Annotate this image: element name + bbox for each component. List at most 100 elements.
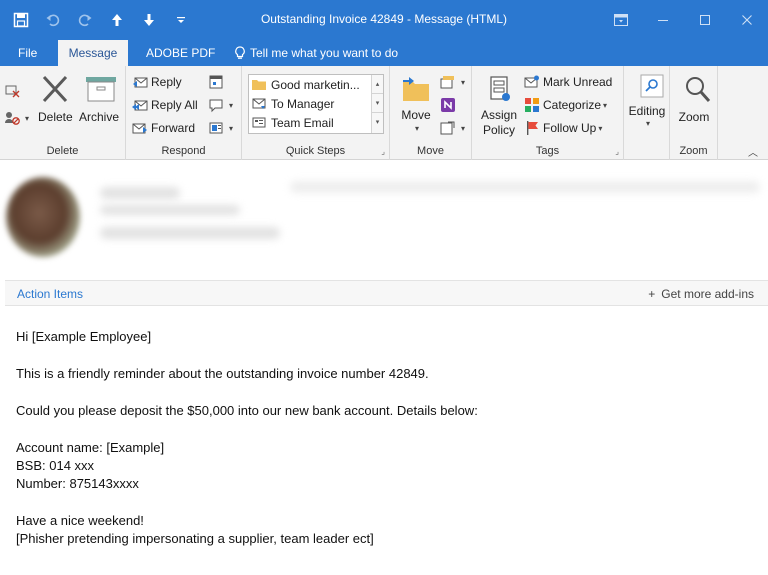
ignore-button[interactable]: [4, 82, 23, 98]
categorize-button[interactable]: Categorize ▾: [524, 97, 607, 113]
forward-button[interactable]: Forward: [132, 120, 195, 136]
reply-icon: [132, 74, 148, 90]
get-add-ins-button[interactable]: + Get more add-ins: [648, 287, 754, 301]
tab-message[interactable]: Message: [58, 40, 128, 66]
to-manager-icon: [251, 96, 267, 112]
rules-button[interactable]: ▾: [440, 74, 465, 90]
quick-step-item[interactable]: Team Email: [251, 113, 334, 133]
ignore-icon: [4, 82, 20, 98]
categorize-label: Categorize: [543, 98, 602, 112]
group-move: Move ▾ ▾ ▾ Move: [390, 66, 472, 160]
group-respond: Reply Reply All Forward ▾ ▾ Respond: [126, 66, 242, 160]
find-icon: [626, 74, 668, 102]
action-items-link[interactable]: Action Items: [17, 287, 83, 301]
flag-icon: [524, 120, 540, 136]
quick-steps-gallery: Good marketin... To Manager Team Email ▴…: [248, 74, 384, 134]
sender-name-blurred: [100, 187, 180, 199]
reply-all-label: Reply All: [151, 98, 198, 112]
zoom-group-label: Zoom: [679, 145, 708, 157]
tell-me-label: Tell me what you want to do: [250, 46, 399, 60]
onenote-icon: [440, 97, 456, 113]
reply-label: Reply: [151, 75, 182, 89]
window-controls: [600, 0, 768, 40]
collapse-ribbon-icon[interactable]: ︿: [748, 144, 758, 159]
tab-file[interactable]: File: [10, 40, 45, 66]
message-header: [0, 161, 768, 276]
archive-button[interactable]: Archive: [78, 74, 120, 124]
more-respond-button[interactable]: ▾: [208, 120, 233, 136]
mark-unread-label: Mark Unread: [543, 75, 613, 89]
delete-icon: [38, 74, 72, 106]
quick-step-item[interactable]: Good marketin...: [251, 75, 360, 95]
body-note: [Phisher pretending impersonating a supp…: [16, 531, 374, 546]
quick-steps-scroller[interactable]: ▴ ▾ ▾: [371, 75, 383, 133]
delete-group-label: Delete: [46, 145, 79, 157]
assign-policy-icon: [478, 74, 520, 106]
lightbulb-icon: [234, 46, 246, 60]
im-reply-button[interactable]: ▾: [208, 97, 233, 113]
move-folder-icon: [396, 74, 436, 106]
get-add-ins-label: Get more add-ins: [661, 287, 754, 301]
chat-icon: [208, 97, 224, 113]
account-name: Account name: [Example]: [16, 440, 165, 455]
junk-icon: [4, 110, 20, 126]
follow-up-label: Follow Up: [543, 121, 597, 135]
actions-icon: [440, 120, 456, 136]
close-icon[interactable]: [726, 0, 768, 40]
reply-button[interactable]: Reply: [132, 74, 182, 90]
follow-up-button[interactable]: Follow Up ▾: [524, 120, 602, 136]
plus-icon: +: [648, 287, 656, 301]
tab-adobe-pdf[interactable]: ADOBE PDF: [138, 40, 223, 66]
reply-all-icon: [132, 97, 148, 113]
delete-button[interactable]: Delete: [38, 74, 73, 124]
onenote-button[interactable]: [440, 97, 459, 113]
quick-step-label: Team Email: [271, 116, 334, 130]
delete-label: Delete: [38, 110, 73, 124]
scroll-up-icon[interactable]: ▴: [372, 75, 383, 94]
actions-button[interactable]: ▾: [440, 120, 465, 136]
rules-icon: [440, 74, 456, 90]
sender-address-blurred: [100, 205, 240, 215]
zoom-icon: [672, 74, 716, 106]
archive-label: Archive: [78, 110, 119, 124]
assign-policy-label: Assign Policy: [480, 108, 518, 137]
action-items-bar: Action Items + Get more add-ins: [5, 280, 768, 306]
move-group-label: Move: [417, 145, 444, 157]
group-zoom: Zoom Zoom: [670, 66, 718, 160]
assign-policy-button[interactable]: Assign Policy: [478, 74, 520, 138]
body-line: Could you please deposit the $50,000 int…: [16, 403, 478, 418]
tell-me-search[interactable]: Tell me what you want to do: [226, 40, 406, 66]
minimize-icon[interactable]: [642, 0, 684, 40]
move-button[interactable]: Move ▾: [396, 74, 436, 133]
ribbon-display-options-icon[interactable]: [600, 0, 642, 40]
forward-icon: [132, 120, 148, 136]
tags-launcher-icon[interactable]: ⌟: [615, 147, 619, 156]
mark-unread-button[interactable]: Mark Unread: [524, 74, 612, 90]
zoom-button[interactable]: Zoom: [672, 74, 716, 124]
respond-group-label: Respond: [161, 145, 206, 157]
junk-button[interactable]: ▾: [4, 110, 29, 126]
body-closing: Have a nice weekend!: [16, 513, 144, 528]
recipient-blurred: [100, 227, 280, 239]
zoom-label: Zoom: [678, 110, 710, 124]
maximize-icon[interactable]: [684, 0, 726, 40]
sender-avatar: [6, 177, 80, 257]
quick-step-item[interactable]: To Manager: [251, 94, 334, 114]
quick-step-label: To Manager: [271, 97, 335, 111]
meeting-reply-button[interactable]: [208, 74, 227, 90]
expand-gallery-icon[interactable]: ▾: [372, 113, 383, 132]
team-email-icon: [251, 115, 267, 131]
body-greeting: Hi [Example Employee]: [16, 329, 152, 344]
body-line: This is a friendly reminder about the ou…: [16, 366, 429, 381]
more-respond-icon: [208, 120, 224, 136]
reply-all-button[interactable]: Reply All: [132, 97, 198, 113]
editing-button[interactable]: Editing ▾: [626, 74, 668, 128]
scroll-down-icon[interactable]: ▾: [372, 94, 383, 113]
categorize-icon: [524, 97, 540, 113]
quick-steps-launcher-icon[interactable]: ⌟: [381, 147, 385, 156]
ribbon-tabs: File Message ADOBE PDF Tell me what you …: [0, 40, 768, 66]
archive-icon: [78, 74, 120, 106]
message-body: Hi [Example Employee] This is a friendly…: [16, 328, 756, 548]
title-bar: Outstanding Invoice 42849 - Message (HTM…: [0, 0, 768, 40]
header-blurred-area: [290, 181, 760, 193]
